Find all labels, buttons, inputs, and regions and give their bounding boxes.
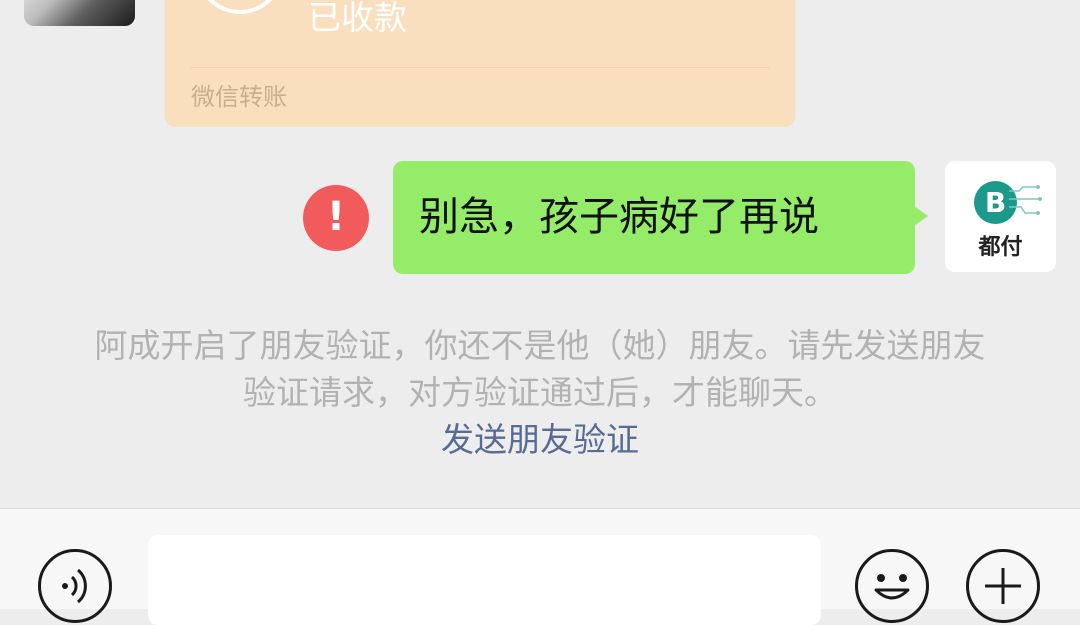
transfer-status: 已收款 bbox=[308, 0, 407, 37]
bubble-tail bbox=[914, 206, 928, 226]
avatar-brand-text: 都付 bbox=[978, 235, 1023, 260]
transfer-message-card[interactable]: 已收款 微信转账 bbox=[165, 0, 795, 127]
notice-text: 阿成开启了朋友验证，你还不是他（她）朋友。请先发送朋友验证请求，对方验证通过后，… bbox=[94, 326, 986, 412]
voice-icon[interactable] bbox=[38, 549, 112, 623]
emoji-icon[interactable] bbox=[855, 549, 929, 623]
plus-icon[interactable] bbox=[966, 549, 1040, 623]
send-failed-icon[interactable]: ! bbox=[303, 185, 369, 251]
chat-input-bar bbox=[0, 508, 1080, 625]
transfer-source-label: 微信转账 bbox=[191, 83, 287, 111]
my-avatar[interactable]: B 都付 bbox=[945, 161, 1056, 272]
friend-verification-notice: 阿成开启了朋友验证，你还不是他（她）朋友。请先发送朋友验证请求，对方验证通过后，… bbox=[90, 322, 990, 463]
outgoing-message-bubble[interactable]: 别急，孩子病好了再说 bbox=[393, 161, 915, 274]
contact-avatar[interactable] bbox=[24, 0, 135, 26]
circuit-lines-icon bbox=[1009, 183, 1043, 223]
message-input[interactable] bbox=[148, 535, 821, 625]
send-verification-link[interactable]: 发送朋友验证 bbox=[90, 416, 990, 463]
card-divider bbox=[190, 67, 770, 68]
check-circle-icon bbox=[197, 0, 283, 16]
